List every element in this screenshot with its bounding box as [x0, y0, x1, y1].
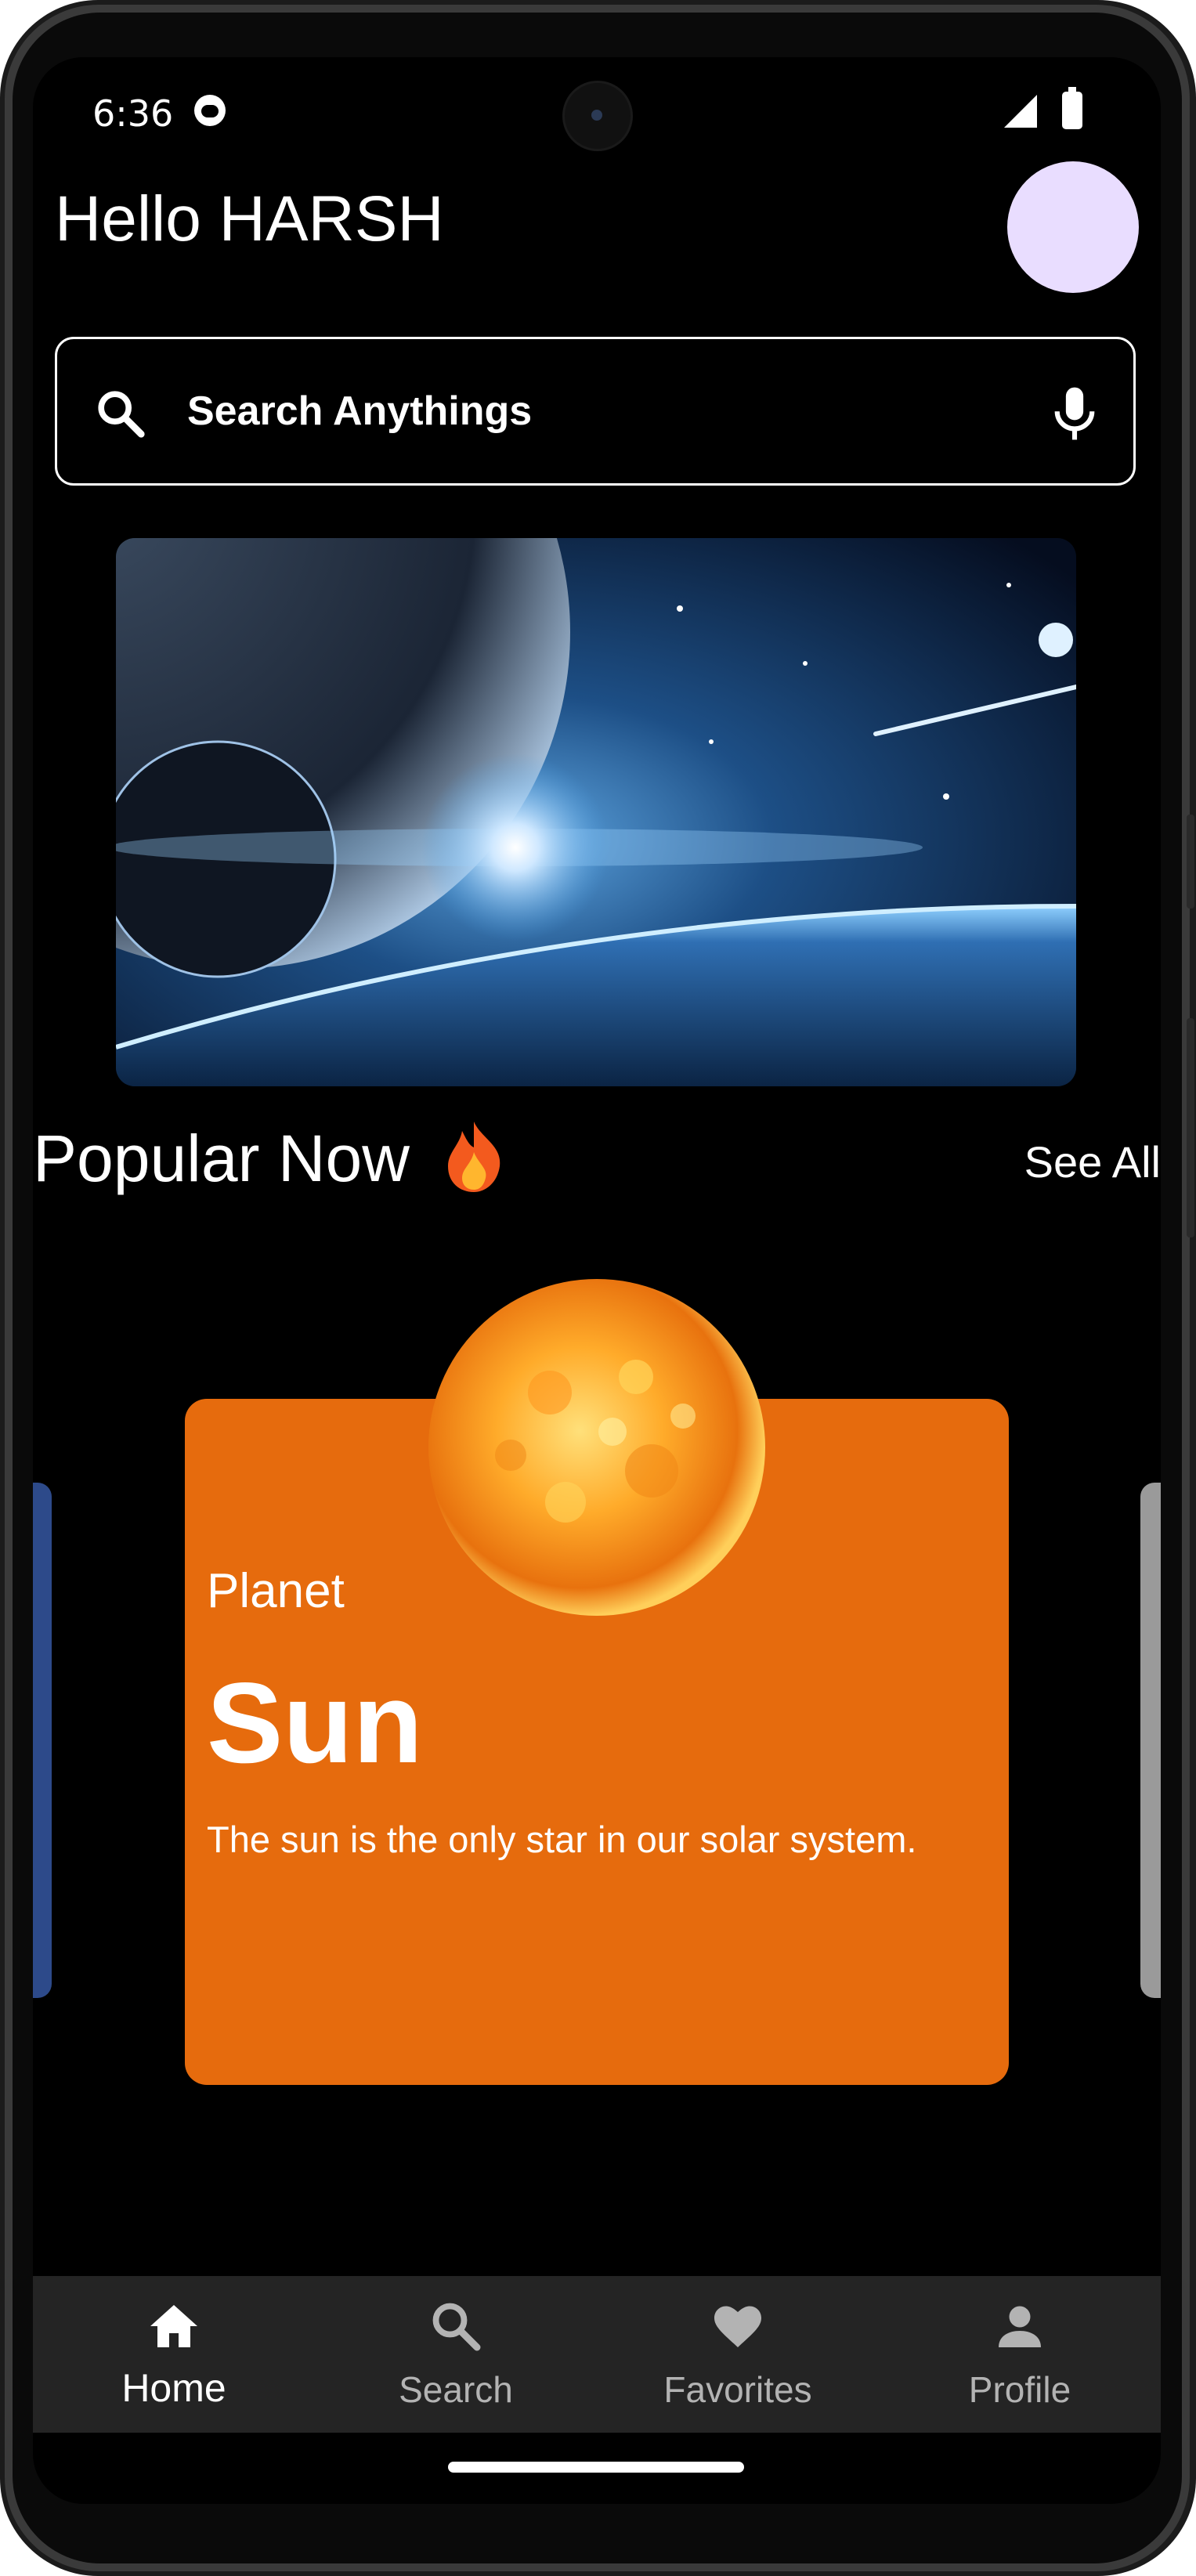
carousel-card-next[interactable]	[1140, 1483, 1161, 1998]
bottom-navigation: Home Search Favorites Profile	[33, 2276, 1161, 2433]
card-title: Sun	[207, 1659, 423, 1787]
battery-icon	[1062, 87, 1082, 129]
avatar[interactable]	[1007, 161, 1139, 293]
front-camera	[562, 81, 633, 151]
home-indicator[interactable]	[448, 2462, 744, 2473]
app-screen: 6:36 Hello HARSH Search Anythings Popula…	[33, 57, 1161, 2504]
search-icon	[432, 2303, 481, 2351]
home-icon	[150, 2305, 197, 2347]
search-bar[interactable]: Search Anythings	[55, 337, 1136, 486]
card-description: The sun is the only star in our solar sy…	[207, 1819, 917, 1860]
nav-search[interactable]: Search	[315, 2276, 597, 2433]
notification-icon	[194, 95, 226, 126]
signal-icon	[1004, 95, 1037, 128]
search-input[interactable]: Search Anythings	[187, 388, 532, 435]
nav-profile[interactable]: Profile	[879, 2276, 1161, 2433]
nav-label-search: Search	[399, 2369, 513, 2410]
heart-icon	[714, 2306, 761, 2347]
nav-label-home: Home	[121, 2366, 226, 2410]
card-category: Planet	[207, 1564, 345, 1618]
phone-device: 6:36 Hello HARSH Search Anythings Popula…	[0, 0, 1196, 2576]
carousel-card-previous[interactable]	[33, 1483, 52, 1998]
greeting-title: Hello HARSH	[55, 183, 444, 255]
power-button	[1187, 815, 1194, 909]
person-icon	[999, 2306, 1041, 2347]
search-icon	[98, 391, 145, 438]
nav-favorites[interactable]: Favorites	[597, 2276, 879, 2433]
sun-image	[428, 1279, 765, 1616]
space-illustration	[116, 538, 1076, 1086]
see-all-link[interactable]: See All	[1024, 1136, 1161, 1187]
nav-label-favorites: Favorites	[663, 2369, 812, 2410]
fire-icon	[448, 1122, 500, 1192]
nav-home[interactable]: Home	[33, 2276, 315, 2433]
mic-icon[interactable]	[1047, 383, 1102, 444]
status-time: 6:36	[92, 92, 174, 135]
volume-button	[1187, 1018, 1194, 1237]
featured-banner-image[interactable]	[116, 538, 1076, 1086]
nav-label-profile: Profile	[968, 2369, 1071, 2410]
section-title: Popular Now	[33, 1122, 410, 1195]
